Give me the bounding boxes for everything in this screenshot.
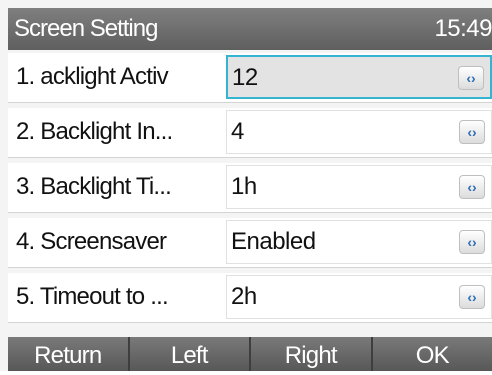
page-title: Screen Setting [14,8,157,50]
setting-label: 3. Backlight Ti... [8,163,226,211]
left-right-arrows-icon[interactable]: ‹› [458,66,484,90]
setting-row-timeout[interactable]: 5. Timeout to ... 2h ‹› [8,273,492,323]
settings-list: 1. acklight Activ 12 ‹› 2. Backlight In.… [8,53,492,328]
setting-value: 4 [231,111,244,153]
clock: 15:49 [434,8,492,50]
backlight-time-select[interactable]: 1h ‹› [226,165,492,209]
setting-value: 12 [232,57,258,97]
setting-label: 4. Screensaver [8,218,226,266]
left-softkey[interactable]: Left [130,337,252,371]
return-softkey[interactable]: Return [8,337,130,371]
setting-value: Enabled [231,221,316,263]
right-softkey[interactable]: Right [251,337,373,371]
setting-label: 5. Timeout to ... [8,273,226,321]
setting-row-backlight-intensity[interactable]: 2. Backlight In... 4 ‹› [8,108,492,158]
setting-row-backlight-time[interactable]: 3. Backlight Ti... 1h ‹› [8,163,492,213]
phone-screen: Screen Setting 15:49 1. acklight Activ 1… [0,0,492,371]
left-right-arrows-icon[interactable]: ‹› [459,230,485,254]
setting-value: 1h [231,166,257,208]
left-right-arrows-icon[interactable]: ‹› [459,120,485,144]
setting-label: 2. Backlight In... [8,108,226,156]
backlight-active-select[interactable]: 12 ‹› [226,55,492,99]
left-right-arrows-icon[interactable]: ‹› [459,175,485,199]
screensaver-select[interactable]: Enabled ‹› [226,220,492,264]
title-bar: Screen Setting 15:49 [8,8,492,50]
setting-value: 2h [231,276,257,318]
setting-row-screensaver[interactable]: 4. Screensaver Enabled ‹› [8,218,492,268]
ok-softkey[interactable]: OK [373,337,492,371]
softkey-bar: Return Left Right OK [8,337,492,371]
backlight-intensity-select[interactable]: 4 ‹› [226,110,492,154]
left-right-arrows-icon[interactable]: ‹› [459,285,485,309]
timeout-select[interactable]: 2h ‹› [226,275,492,319]
setting-row-backlight-active[interactable]: 1. acklight Activ 12 ‹› [8,53,492,103]
setting-label: 1. acklight Activ [8,53,226,101]
